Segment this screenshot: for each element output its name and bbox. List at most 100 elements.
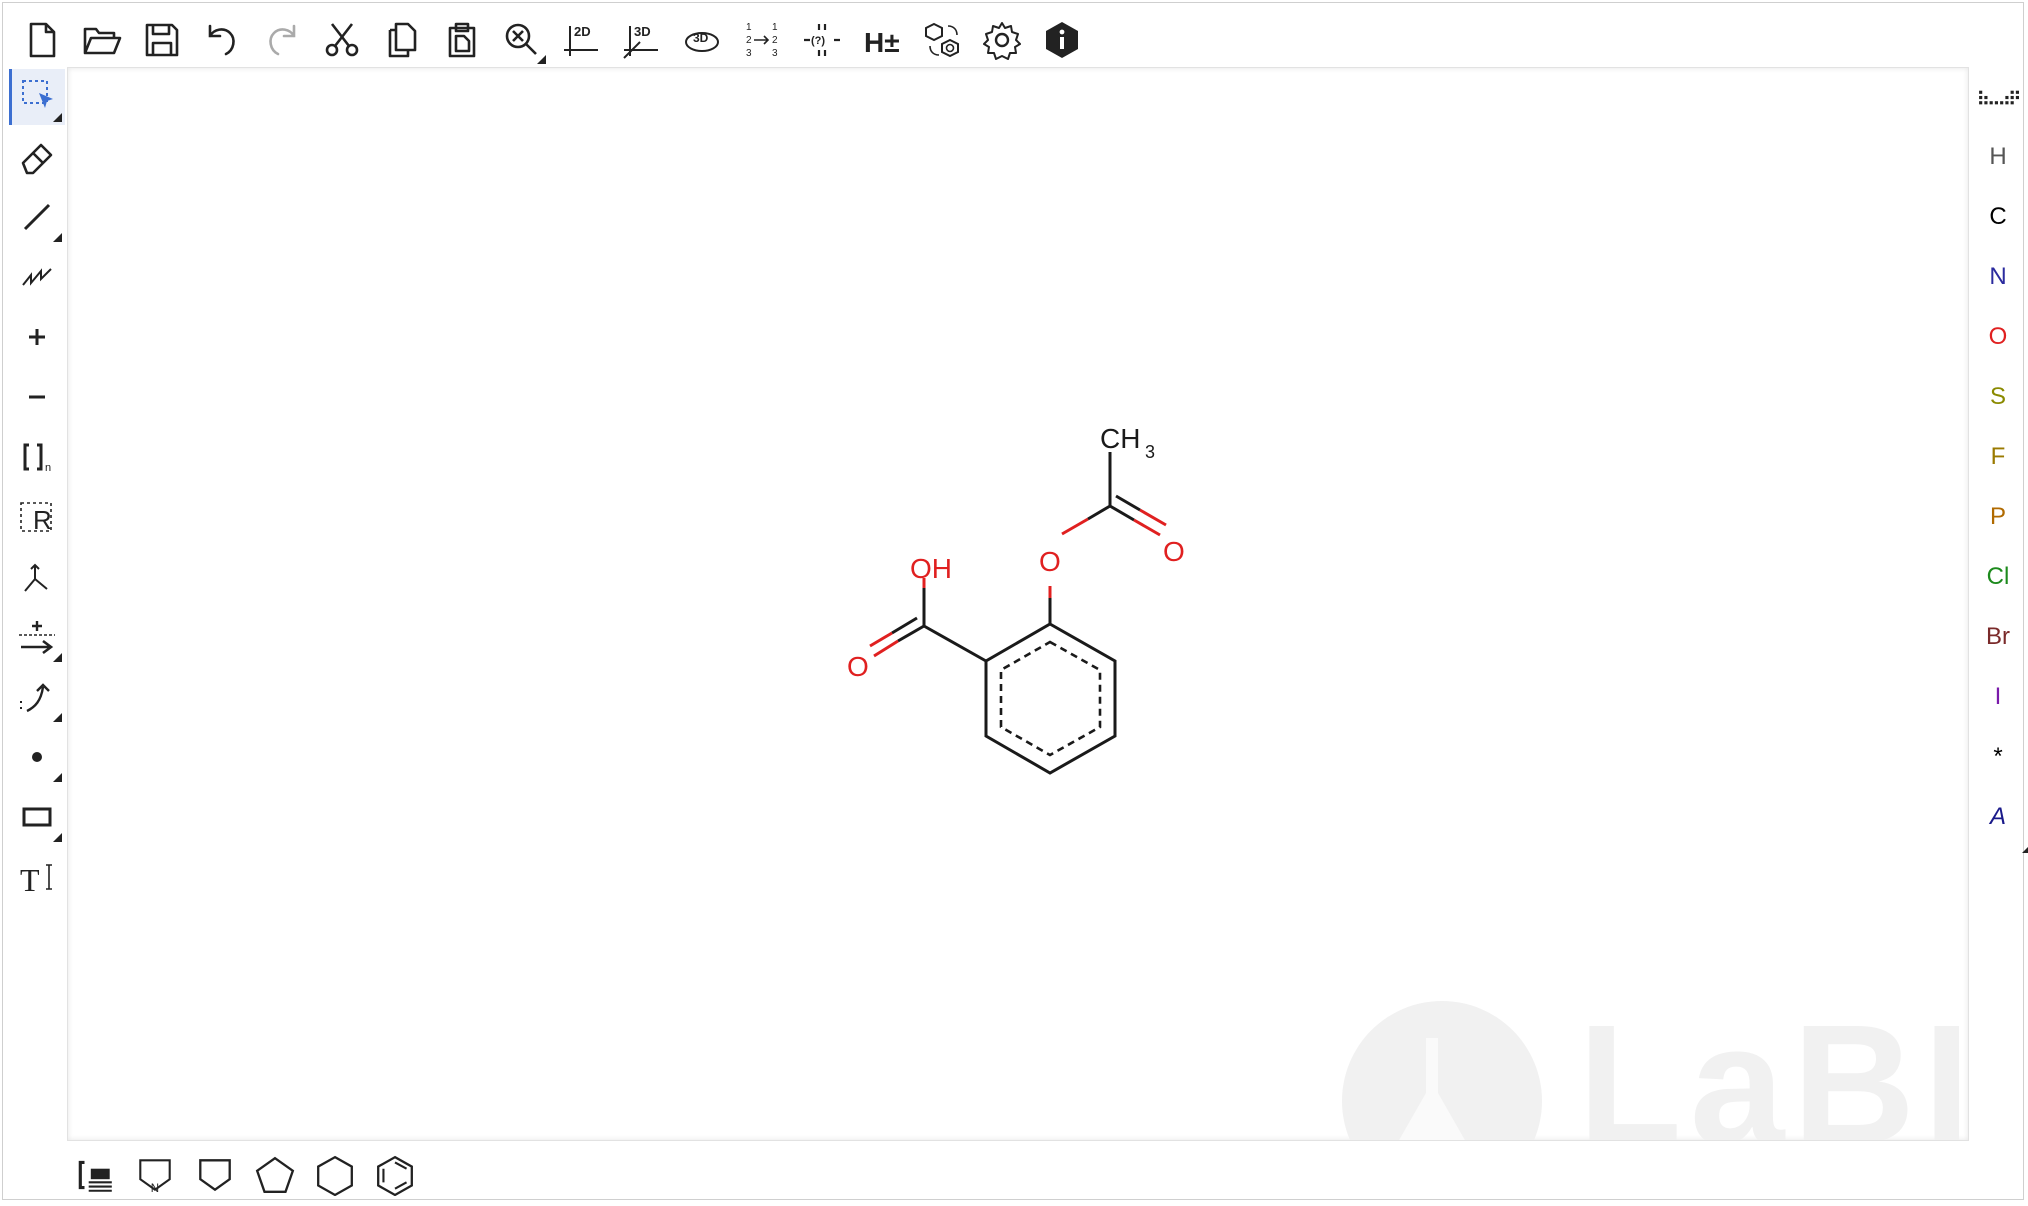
undo-button[interactable] [195,13,249,67]
element-symbol: P [1989,503,2006,530]
element-button-c[interactable]: C [1969,189,2027,245]
benzene-button[interactable] [367,1147,423,1203]
paste-icon [448,22,476,58]
svg-text:3D: 3D [634,24,651,39]
charge-plus-icon [29,329,45,345]
dropdown-corner-icon [537,55,546,64]
paste-button[interactable] [435,13,489,67]
clean-3d-icon: 3D [623,24,658,59]
element-button-s[interactable]: S [1969,369,2027,425]
svg-text:3D: 3D [693,31,709,45]
chain-tool-icon [22,268,52,286]
element-button-generic[interactable]: A [1969,789,2028,853]
select-tool-button[interactable] [9,69,65,125]
drawing-canvas[interactable]: LaBII [67,67,1969,1141]
template-library-button[interactable] [67,1147,123,1203]
clean-2d-button[interactable]: 2D [555,13,609,67]
svg-text:2D: 2D [574,24,591,39]
new-file-button[interactable] [15,13,69,67]
cyclohexane-icon [317,1155,353,1196]
periodic-table-button[interactable] [1969,69,2027,125]
query-atom-button[interactable]: (?) [795,13,849,67]
charge-minus-button[interactable] [9,369,65,425]
save-button[interactable] [135,13,189,67]
element-symbol: S [1989,383,2006,410]
svg-text:R: R [33,505,52,535]
cut-button[interactable] [315,13,369,67]
cyclobutane-button[interactable] [187,1147,243,1203]
charge-plus-button[interactable] [9,309,65,365]
renumber-button[interactable]: 1 2 3 1 2 3 [735,13,789,67]
settings-button[interactable] [975,13,1029,67]
svg-text:n: n [45,462,51,474]
bond-tool-icon [23,203,51,231]
benzene-ring [984,622,1117,775]
eraser-button[interactable] [9,129,65,185]
aspirin-molecule[interactable]: OH O O O CH 3 [68,68,1969,1141]
element-button-p[interactable]: P [1969,489,2027,545]
hydrogens-icon: H± [864,27,900,58]
open-file-icon [83,27,122,55]
aromatize-button[interactable] [915,13,969,67]
svg-text:3: 3 [772,48,778,59]
reaction-mapping-button[interactable] [9,669,65,725]
editor-frame: 2D 3D 3D 123123 (?) H± n R T LaB OH O O … [2,2,2028,1203]
functional-group-icon: N [139,1159,171,1195]
cut-icon [325,23,359,57]
element-button-br[interactable]: Br [1969,609,2027,665]
functional-group-button[interactable]: N [127,1147,183,1203]
open-file-button[interactable] [75,13,129,67]
element-button-any[interactable]: * [1969,729,2027,785]
acetyl-ester-group [1048,452,1167,624]
cyclopentane-button[interactable] [247,1147,303,1203]
svg-text:2: 2 [772,35,778,46]
dot-shape-icon [32,752,42,762]
element-symbol: N [1989,263,2007,290]
hydrogens-button[interactable]: H± [855,13,909,67]
periodic-table-icon [1979,90,2019,105]
dropdown-corner-icon [53,653,62,662]
dropdown-corner-icon [53,233,62,242]
settings-icon [983,22,1021,60]
element-symbol: F [1990,443,2006,470]
reaction-arrow-button[interactable] [9,609,65,665]
cyclopentane-icon [255,1156,295,1193]
element-button-cl[interactable]: Cl [1969,549,2027,605]
cyclobutane-icon [199,1159,231,1192]
element-symbol: C [1989,203,2007,230]
element-button-n[interactable]: N [1969,249,2027,305]
redo-button[interactable] [255,13,309,67]
dot-shape-button[interactable] [9,729,65,785]
svg-text:2: 2 [746,35,752,46]
dropdown-corner-icon [2022,844,2028,853]
copy-icon [388,22,417,58]
methyl-subscript: 3 [1145,442,1155,462]
zoom-clear-icon [505,23,537,55]
element-button-o[interactable]: O [1969,309,2027,365]
aromatize-icon [925,22,959,58]
rotate-3d-button[interactable]: 3D [675,13,729,67]
bond-tool-button[interactable] [9,189,65,245]
charge-minus-icon [29,395,45,399]
text-tool-button[interactable]: T [9,849,65,905]
attachment-point-button[interactable] [9,549,65,605]
svg-text:1: 1 [772,22,778,33]
methyl-label: CH [1100,423,1140,454]
rectangle-shape-button[interactable] [9,789,65,845]
right-toolbar: H C N O S F P Cl Br I * A [1969,69,2028,869]
element-symbol: A [1989,803,2006,830]
rgroup-button[interactable]: R [9,489,65,545]
element-symbol: * [1993,743,2003,770]
sgroup-button[interactable]: n [9,429,65,485]
zoom-clear-button[interactable] [495,13,549,67]
element-button-i[interactable]: I [1969,669,2027,725]
copy-button[interactable] [375,13,429,67]
reaction-arrow-icon [19,621,55,655]
element-button-h[interactable]: H [1969,129,2027,185]
dropdown-corner-icon [53,113,62,122]
chain-tool-button[interactable] [9,249,65,305]
cyclohexane-button[interactable] [307,1147,363,1203]
element-button-f[interactable]: F [1969,429,2027,485]
clean-3d-button[interactable]: 3D [615,13,669,67]
info-button[interactable] [1035,13,1089,67]
